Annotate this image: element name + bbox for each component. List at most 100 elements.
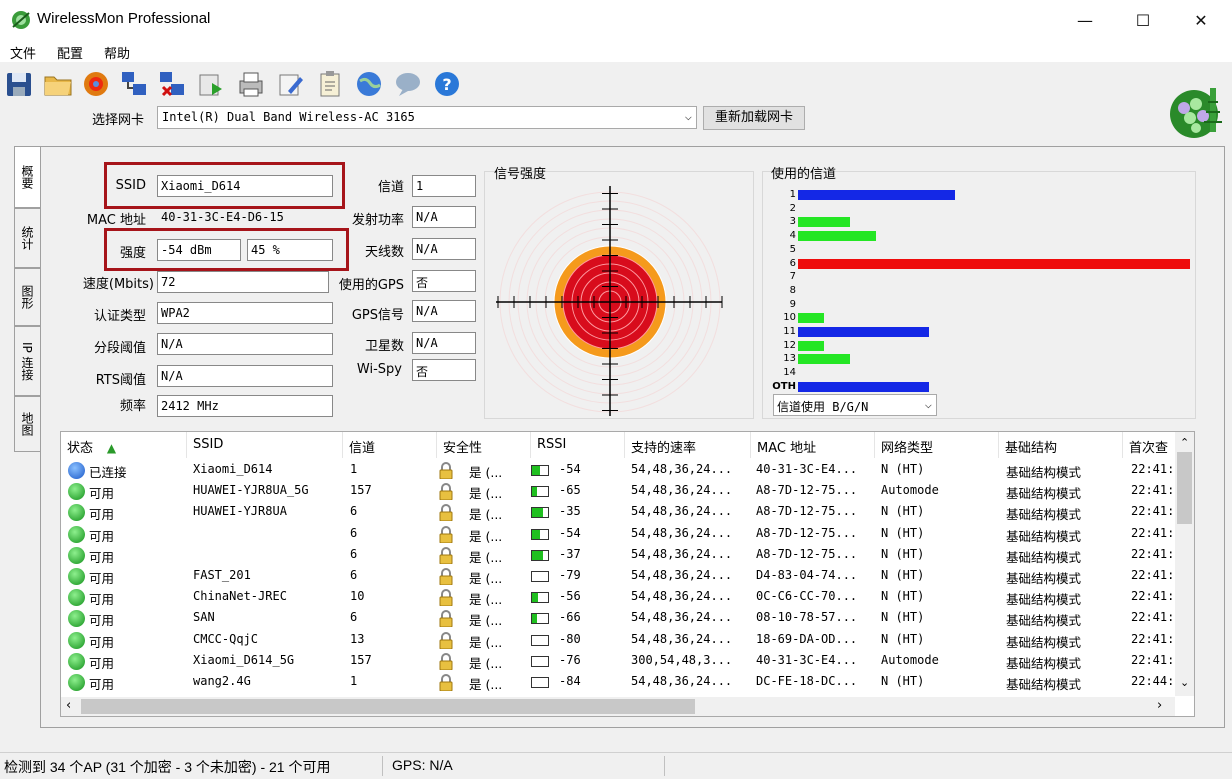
channel-bar-OTH (798, 381, 929, 392)
infrastructure-cell: 基础结构模式 (1006, 592, 1082, 608)
column-header[interactable]: MAC 地址 (751, 432, 875, 458)
scroll-left-icon[interactable]: ‹ (66, 698, 71, 713)
column-header[interactable]: SSID (187, 432, 343, 458)
antenna-label: 天线数 (364, 245, 404, 260)
network-type-cell: N (HT) (881, 610, 925, 625)
status-cell: 可用 (89, 592, 115, 608)
infrastructure-cell: 基础结构模式 (1006, 528, 1082, 544)
save-icon[interactable] (4, 69, 34, 99)
connect-icon[interactable] (119, 69, 149, 99)
network-type-cell: N (HT) (881, 589, 925, 604)
channel-bar-6 (798, 258, 1190, 269)
channel-label-3: 3 (789, 216, 796, 228)
first-seen-cell: 22:41: (1131, 504, 1175, 519)
scroll-right-icon[interactable]: › (1157, 698, 1162, 713)
lock-icon (439, 546, 453, 564)
mac-cell: DC-FE-18-DC... (756, 674, 858, 688)
ap-row[interactable]: 可用 HUAWEI-YJR8UA_5G 157 是 (... -65 54,48,36,2… (61, 481, 1176, 502)
maximize-button[interactable]: ☐ (1114, 0, 1172, 40)
ap-row[interactable]: 可用 6 是 (... -54 54,48,36,24... A8-7D-12-75...… (61, 524, 1176, 545)
ap-row[interactable]: 可用 SAN 6 是 (... -66 54,48,36,24... 08-10-78-57… (61, 608, 1176, 629)
record-icon[interactable] (81, 69, 111, 99)
column-header[interactable]: 安全性 (437, 432, 531, 458)
adapter-select[interactable]: Intel(R) Dual Band Wireless-AC 3165 ⌵ (157, 106, 697, 129)
ap-row[interactable]: 可用 CMCC-QqjC 13 是 (... -80 54,48,36,24... 18-6… (61, 630, 1176, 651)
txpower-label: 发射功率 (351, 213, 404, 228)
scroll-down-icon[interactable]: ⌄ (1180, 676, 1189, 689)
tab-ip-connection[interactable]: IP 连接 (14, 326, 40, 396)
channel-label-8: 8 (789, 284, 796, 296)
column-header[interactable]: RSSI (531, 432, 625, 458)
column-header[interactable]: 信道 (343, 432, 437, 458)
wispy-field: 否 (412, 359, 476, 381)
export-icon[interactable] (196, 69, 226, 99)
freq-label: 频率 (119, 399, 146, 414)
security-cell: 是 (... (469, 613, 503, 629)
menu-config[interactable]: 配置 (57, 43, 83, 62)
ap-row[interactable]: 可用 FAST_201 6 是 (... -79 54,48,36,24... D4-83-… (61, 566, 1176, 587)
menu-help[interactable]: 帮助 (104, 43, 130, 62)
infrastructure-cell: 基础结构模式 (1006, 486, 1082, 502)
channel-bar-13 (798, 354, 851, 365)
tab-graph[interactable]: 图形 (14, 268, 40, 326)
edit-icon[interactable] (276, 69, 306, 99)
tab-map[interactable]: 地图 (14, 396, 40, 452)
help-icon[interactable]: ? (432, 69, 462, 99)
ap-row[interactable]: 可用 wang2.4G 1 是 (... -84 54,48,36,24... DC-FE-… (61, 672, 1176, 693)
ap-row[interactable]: 可用 ChinaNet-JREC 10 是 (... -56 54,48,36,24...… (61, 587, 1176, 608)
ssid-cell: Xiaomi_D614_5G (193, 652, 295, 667)
vertical-scrollbar[interactable]: ⌃ ⌄ (1175, 432, 1194, 696)
ap-row[interactable]: 可用 6 是 (... -37 54,48,36,24... A8-7D-12-75...… (61, 545, 1176, 566)
menu-file[interactable]: 文件 (10, 43, 36, 62)
auth-field: WPA2 (157, 302, 333, 324)
chevron-down-icon: ⌵ (924, 397, 932, 411)
security-cell: 是 (... (469, 655, 503, 671)
close-button[interactable]: ✕ (1172, 0, 1230, 40)
channel-band-select[interactable]: 信道使用 B/G/N ⌵ (773, 394, 937, 416)
frag-field: N/A (157, 333, 333, 355)
reload-adapter-button[interactable]: 重新加载网卡 (703, 106, 805, 130)
column-header[interactable]: 基础结构 (999, 432, 1123, 458)
ap-row[interactable]: 可用 Xiaomi_D614_5G 157 是 (... -76 300,54,48,3.… (61, 651, 1176, 672)
rssi-level-icon (531, 655, 549, 667)
rssi-cell: -84 (559, 674, 581, 688)
open-folder-icon[interactable] (43, 69, 73, 99)
column-header[interactable]: 支持的速率 (625, 432, 751, 458)
vertical-scroll-thumb[interactable] (1177, 452, 1192, 524)
first-seen-cell: 22:41: (1131, 589, 1175, 604)
horizontal-scrollbar[interactable]: ‹ › (61, 697, 1175, 716)
rates-cell: 54,48,36,24... (631, 525, 733, 540)
rssi-level-icon (531, 486, 549, 498)
tab-stats[interactable]: 统计 (14, 208, 40, 268)
ap-list[interactable]: 状态 ▲ SSID 信道 安全性 RSSI 支持的速率 MAC 地址 网络类型 基础结构 首次查 … (60, 431, 1195, 717)
status-summary: 检测到 34 个AP (31 个加密 - 3 个未加密) - 21 个可用 (4, 759, 331, 775)
lock-icon (439, 525, 453, 543)
channel-label-12: 12 (783, 339, 796, 351)
network-type-cell: N (HT) (881, 568, 925, 582)
column-header[interactable]: 状态 ▲ (61, 432, 187, 458)
status-divider (664, 756, 665, 776)
disconnect-icon[interactable] (157, 69, 187, 99)
lock-icon (439, 462, 453, 479)
rssi-cell: -37 (559, 546, 581, 561)
minimize-button[interactable]: — (1056, 0, 1114, 40)
mac-cell: A8-7D-12-75... (756, 525, 858, 540)
ap-row[interactable]: 可用 HUAWEI-YJR8UA 6 是 (... -35 54,48,36,24... A… (61, 502, 1176, 523)
app-logo-icon (1170, 88, 1222, 138)
ap-row[interactable]: 已连接 Xiaomi_D614 1 是 (... -54 54,48,36,24... 40… (61, 460, 1176, 481)
network-type-cell: N (HT) (881, 546, 925, 561)
clipboard-icon[interactable] (315, 69, 345, 99)
chat-icon[interactable] (393, 69, 423, 99)
ssid-cell: FAST_201 (193, 568, 251, 582)
globe-icon[interactable] (354, 69, 384, 99)
column-header[interactable]: 网络类型 (875, 432, 999, 458)
scroll-up-icon[interactable]: ⌃ (1180, 436, 1189, 449)
channel-cell: 6 (350, 568, 358, 582)
horizontal-scroll-thumb[interactable] (81, 699, 695, 714)
print-icon[interactable] (236, 69, 266, 99)
rssi-level-icon (531, 634, 549, 646)
rssi-level-icon (531, 465, 549, 476)
tab-summary[interactable]: 概要 (14, 146, 40, 208)
column-header-label: 信道 (349, 441, 376, 456)
security-cell: 是 (... (469, 465, 503, 480)
